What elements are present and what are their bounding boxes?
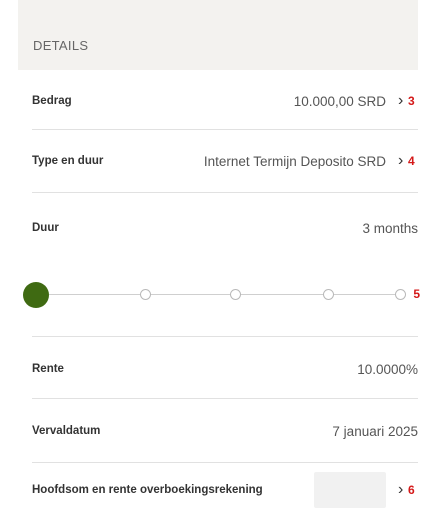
amount-row[interactable]: Bedrag 10.000,00 SRD › 3 xyxy=(32,70,418,132)
interest-row: Rente 10.0000% xyxy=(32,338,418,400)
duration-label: Duur xyxy=(32,222,59,234)
divider xyxy=(32,398,418,399)
annotation-marker: 3 xyxy=(408,94,415,108)
slider-stop[interactable] xyxy=(323,289,334,300)
details-panel: DETAILS Bedrag 10.000,00 SRD › 3 Type en… xyxy=(18,0,420,514)
transfer-account-value[interactable] xyxy=(314,472,386,508)
duration-value: 3 months xyxy=(362,220,418,236)
slider-stop[interactable] xyxy=(230,289,241,300)
divider xyxy=(32,336,418,337)
transfer-account-row[interactable]: Hoofdsom en rente overboekingsrekening ›… xyxy=(32,462,418,514)
maturity-date-label: Vervaldatum xyxy=(32,425,101,437)
type-duration-value: Internet Termijn Deposito SRD xyxy=(203,153,386,169)
slider-stop[interactable] xyxy=(140,289,151,300)
duration-slider[interactable]: 5 xyxy=(23,280,420,312)
amount-value: 10.000,00 SRD xyxy=(293,93,386,109)
interest-value: 10.0000% xyxy=(357,361,418,377)
section-header-details: DETAILS xyxy=(18,0,418,70)
maturity-date-row: Vervaldatum 7 januari 2025 xyxy=(32,400,418,462)
slider-track xyxy=(43,294,400,295)
chevron-right-icon[interactable]: › xyxy=(398,481,406,499)
transfer-account-label: Hoofdsom en rente overboekingsrekening xyxy=(32,484,263,496)
type-duration-label: Type en duur xyxy=(32,155,104,167)
chevron-right-icon[interactable]: › xyxy=(398,152,406,170)
duration-row: Duur 3 months xyxy=(32,197,418,259)
annotation-marker: 4 xyxy=(408,154,415,168)
annotation-marker: 5 xyxy=(413,287,420,301)
divider xyxy=(32,192,418,193)
maturity-date-value: 7 januari 2025 xyxy=(332,423,418,439)
interest-label: Rente xyxy=(32,363,64,375)
type-duration-row[interactable]: Type en duur Internet Termijn Deposito S… xyxy=(32,130,418,192)
chevron-right-icon[interactable]: › xyxy=(398,92,406,110)
annotation-marker: 6 xyxy=(408,483,415,497)
slider-stop[interactable] xyxy=(395,289,406,300)
amount-label: Bedrag xyxy=(32,95,72,107)
slider-knob[interactable] xyxy=(23,282,49,308)
